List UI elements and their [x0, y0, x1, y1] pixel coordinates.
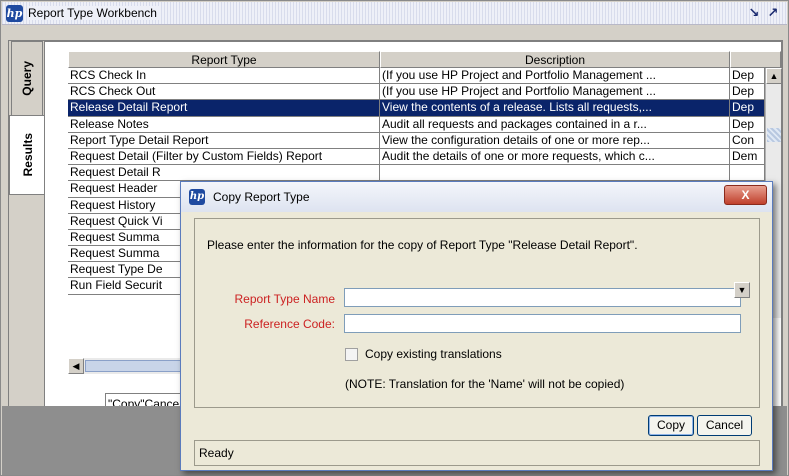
hp-logo-icon: hp [189, 189, 205, 205]
translation-note: (NOTE: Translation for the 'Name' will n… [345, 377, 625, 391]
scroll-up-icon[interactable]: ▲ [766, 68, 782, 84]
hp-logo-icon: hp [6, 5, 23, 22]
window-title: Report Type Workbench [28, 6, 161, 20]
scroll-down-icon[interactable]: ▼ [734, 282, 750, 298]
maximize-icon[interactable]: ↗ [766, 6, 780, 20]
restore-icon[interactable]: ↘ [747, 6, 761, 20]
description-cell: Audit all requests and packages containe… [380, 116, 730, 133]
vertical-tabs: Query Results [9, 41, 45, 195]
description-cell: (If you use HP Project and Portfolio Man… [380, 84, 730, 101]
description-cell: Audit the details of one or more request… [380, 148, 730, 166]
dialog-form-panel: Please enter the information for the cop… [194, 218, 760, 408]
table-row[interactable]: Release Notes Audit all requests and pack… [68, 116, 765, 133]
reference-code-input[interactable] [344, 314, 741, 333]
tab-query-label: Query [20, 61, 34, 96]
table-row[interactable]: Request Detail (Filter by Custom Fields)… [68, 148, 765, 166]
scroll-left-icon[interactable]: ◀ [68, 358, 84, 374]
report-type-cell: Release Detail Report [68, 100, 380, 117]
close-button[interactable]: X [724, 185, 767, 205]
extra-cell: Dep [730, 100, 765, 117]
report-type-cell: Request Detail R [68, 165, 380, 182]
report-type-workbench-window: hp Report Type Workbench ↘ ↗ Query Resul… [0, 0, 789, 476]
report-type-cell: Request Detail (Filter by Custom Fields)… [68, 148, 380, 166]
extra-cell: Dep [730, 116, 765, 133]
extra-cell: Dep [730, 68, 765, 85]
copy-translations-label: Copy existing translations [365, 347, 502, 361]
dialog-title-bar[interactable]: hp Copy Report Type X [181, 182, 772, 212]
report-type-cell: Report Type Detail Report [68, 132, 380, 149]
extra-cell: Dem [730, 148, 765, 166]
table-row[interactable]: Request Detail R [68, 165, 765, 182]
extra-cell: Dep [730, 84, 765, 101]
dialog-status-bar: Ready [194, 440, 760, 466]
table-row[interactable]: Report Type Detail Report View the config… [68, 132, 765, 149]
table-header: Report Type Description [68, 51, 781, 68]
table-row[interactable]: RCS Check In (If you use HP Project and P… [68, 68, 765, 85]
extra-cell [730, 165, 765, 182]
column-header-description[interactable]: Description [380, 51, 730, 68]
report-type-cell: RCS Check Out [68, 84, 380, 101]
table-row[interactable]: Release Detail Report View the contents o… [68, 100, 765, 117]
tab-results[interactable]: Results [9, 115, 45, 195]
column-header-extra[interactable] [730, 51, 781, 68]
extra-cell: Con [730, 132, 765, 149]
dialog-title: Copy Report Type [213, 190, 310, 204]
reference-code-label: Reference Code: [244, 317, 335, 331]
tab-query[interactable]: Query [11, 41, 43, 116]
description-cell [380, 165, 730, 182]
copy-button[interactable]: Copy [648, 415, 694, 436]
dialog-message: Please enter the information for the cop… [207, 238, 638, 252]
cancel-button[interactable]: Cancel [697, 415, 752, 436]
report-type-cell: RCS Check In [68, 68, 380, 85]
table-row[interactable]: RCS Check Out (If you use HP Project and … [68, 84, 765, 101]
report-type-name-label: Report Type Name [234, 292, 336, 306]
tab-results-label: Results [20, 133, 35, 177]
title-bar[interactable]: hp Report Type Workbench ↘ ↗ [2, 2, 787, 25]
copy-translations-checkbox[interactable] [345, 348, 358, 361]
description-cell: View the contents of a release. Lists al… [380, 100, 730, 117]
report-type-name-input[interactable] [344, 288, 741, 307]
scroll-thumb[interactable] [767, 128, 781, 142]
description-cell: View the configuration details of one or… [380, 132, 730, 149]
report-type-cell: Release Notes [68, 116, 380, 133]
copy-report-type-dialog: hp Copy Report Type X Please enter the i… [180, 181, 773, 471]
description-cell: (If you use HP Project and Portfolio Man… [380, 68, 730, 85]
column-header-report-type[interactable]: Report Type [68, 51, 380, 68]
